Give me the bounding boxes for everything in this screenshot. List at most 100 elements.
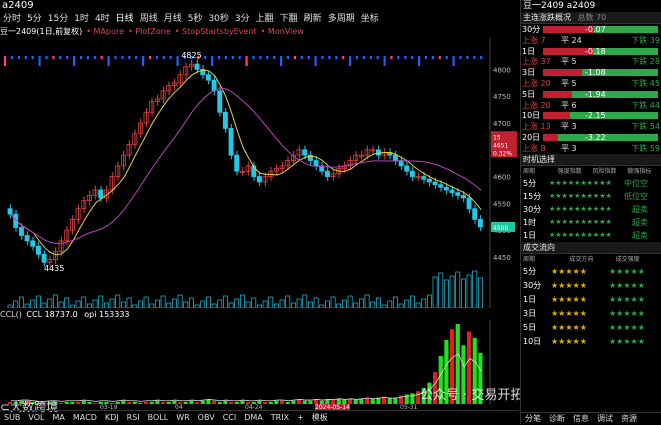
toolbar-item-0[interactable]: 分时 — [0, 12, 24, 26]
panel-tab-0[interactable]: 分笔 — [521, 413, 545, 425]
indicator-tab-12[interactable]: + — [293, 411, 308, 425]
summary-section-title: 主连涨跌概况 — [523, 13, 571, 22]
volume-bar — [285, 295, 291, 308]
summary-row-3: 上涨 37 平 5 下跌 28 — [521, 56, 661, 67]
candle — [302, 149, 308, 156]
marker-bar — [4, 56, 7, 66]
signal-text: 超卖 — [632, 217, 648, 227]
panel-tab-1[interactable]: 诊断 — [545, 413, 569, 425]
toolbar-item-6[interactable]: 周线 — [137, 12, 161, 26]
volume-bar — [324, 300, 330, 308]
last-price-text: 4506 — [493, 225, 508, 232]
marker-bar — [135, 56, 138, 59]
strength-stars: ★★★★★ — [609, 280, 645, 290]
marker-bar — [217, 56, 221, 59]
toolbar-item-10[interactable]: 3分 — [232, 12, 253, 26]
toolbar-item-7[interactable]: 月线 — [161, 12, 185, 26]
flat-count: 平 5 — [561, 78, 577, 88]
marker-bar — [45, 56, 48, 59]
volume-bar — [330, 296, 336, 308]
down-count: 下跌 39 — [631, 35, 660, 45]
candlestick-chart[interactable]: 480047504700465046004550450044501546510.… — [0, 38, 519, 308]
marker-bar — [286, 56, 290, 59]
period-label: 1日 — [522, 46, 536, 56]
indicator-tab-1[interactable]: VOL — [24, 411, 48, 425]
indicator-tab-7[interactable]: WR — [172, 411, 193, 425]
volume-bar — [13, 300, 19, 308]
toolbar-item-4[interactable]: 4时 — [92, 12, 113, 26]
indicator-tab-3[interactable]: MACD — [69, 411, 101, 425]
indicator-tab-4[interactable]: KDJ — [101, 411, 123, 425]
indicator-tab-9[interactable]: CCI — [219, 411, 241, 425]
volume-bar — [262, 300, 268, 308]
candle — [98, 189, 104, 199]
volume-bar — [364, 294, 370, 308]
candle — [194, 63, 200, 70]
direction-row-0: 5分 ★★★★★ ★★★★★ — [521, 265, 661, 279]
indicator-tab-10[interactable]: DMA — [240, 411, 267, 425]
summary-row-2: 1日 -0.18 — [521, 46, 661, 57]
panel-tab-3[interactable]: 调试 — [593, 413, 617, 425]
volume-bar — [426, 294, 432, 308]
signal-section-header: 时机选择 — [521, 153, 661, 166]
direction-row-2: 1日 ★★★★★ ★★★★★ — [521, 293, 661, 307]
signal-row-2: 30分 ★★★★★★★★★★ 超卖 — [521, 203, 661, 216]
marker-bar — [52, 56, 55, 59]
toolbar-item-5[interactable]: 日线 — [113, 12, 137, 26]
marker-bar — [362, 56, 365, 59]
marker-bar — [38, 56, 41, 66]
indicator-tab-2[interactable]: MA — [49, 411, 69, 425]
candle — [41, 253, 47, 263]
candle — [211, 79, 217, 92]
signal-row-3: 1时 ★★★★★★★★★★ 超卖 — [521, 216, 661, 229]
indicator-tab-11[interactable]: TRIX — [267, 411, 293, 425]
signal-period: 1时 — [523, 217, 537, 227]
down-count: 下跌 54 — [631, 122, 660, 132]
toolbar-item-2[interactable]: 15分 — [45, 12, 71, 26]
volume-title: CCL() CCL 18737.0 opi 153333 — [0, 309, 130, 320]
toolbar-item-3[interactable]: 1时 — [71, 12, 92, 26]
signal-headers: 周期 强度指数 风险指数 做强指标 — [521, 166, 661, 177]
indicator-tab-13[interactable]: 模板 — [308, 411, 332, 425]
volume-bar — [404, 299, 410, 308]
candle — [35, 245, 41, 255]
volume-bar — [443, 279, 449, 308]
volume-bar — [81, 296, 87, 308]
volume-bar — [143, 296, 149, 308]
volume-bar — [251, 297, 257, 308]
volume-bar — [98, 295, 104, 308]
volume-bar — [64, 297, 70, 308]
marker-bar — [293, 56, 296, 59]
indicator-tab-8[interactable]: OBV — [194, 411, 219, 425]
volume-bar — [7, 304, 13, 308]
toolbar-item-14[interactable]: 多周期 — [325, 12, 358, 26]
summary-row-5: 上涨 20 平 5 下跌 45 — [521, 78, 661, 89]
volume-bar — [455, 271, 461, 308]
volume-bar — [160, 295, 166, 308]
signal-header-3: 做强指标 — [627, 167, 652, 175]
down-count: 下跌 28 — [631, 57, 660, 67]
toolbar-item-1[interactable]: 5分 — [24, 12, 45, 26]
panel-tab-4[interactable]: 资源 — [617, 413, 641, 425]
direction-header-0: 周期 — [523, 255, 536, 263]
marker-bar — [431, 56, 434, 59]
marker-bar — [128, 56, 131, 59]
indicator-tab-5[interactable]: RSI — [123, 411, 144, 425]
indicator-tab-6[interactable]: BOLL — [144, 411, 173, 425]
toolbar-item-12[interactable]: 下翻 — [277, 12, 301, 26]
toolbar-item-15[interactable]: 坐标 — [358, 12, 382, 26]
toolbar-item-9[interactable]: 30秒 — [205, 12, 231, 26]
volume-bar — [381, 304, 387, 308]
direction-period: 10日 — [523, 336, 542, 346]
indicator-title-row: 豆一2409(1日,前复权) • MApure • PlotZone • StopSt… — [0, 26, 519, 38]
strength-stars: ★★★★★ — [609, 308, 645, 318]
toolbar-item-8[interactable]: 5秒 — [185, 12, 206, 26]
volume-bar — [18, 296, 24, 308]
volume-bar — [171, 298, 177, 308]
panel-tab-2[interactable]: 信息 — [569, 413, 593, 425]
toolbar-item-13[interactable]: 刷新 — [301, 12, 325, 26]
toolbar-item-11[interactable]: 上翻 — [253, 12, 277, 26]
marker-bar — [252, 56, 255, 59]
indicator-tab-0[interactable]: SUB — [0, 411, 24, 425]
volume-bar — [460, 278, 466, 308]
